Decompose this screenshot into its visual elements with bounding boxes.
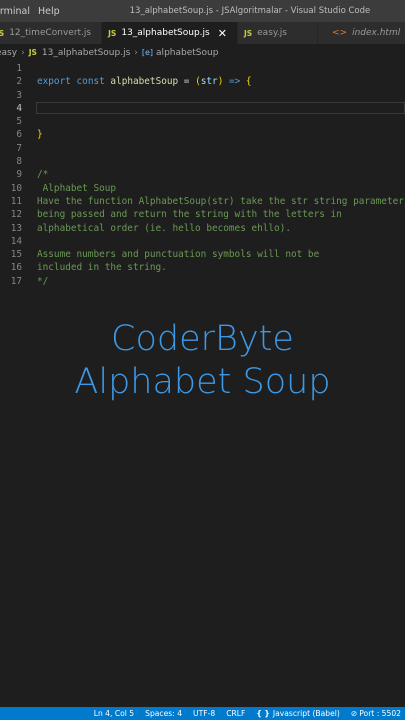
tab-label: 13_alphabetSoup.js xyxy=(121,28,210,38)
breadcrumb: easy › JS13_alphabetSoup.js › [e]alphabe… xyxy=(0,44,405,62)
breadcrumb-folder[interactable]: easy xyxy=(0,48,17,58)
code-content[interactable]: export const alphabetSoup = (str) => { }… xyxy=(37,62,405,288)
line-number: 6 xyxy=(16,129,22,141)
status-bar: Ln 4, Col 5 Spaces: 4 UTF-8 CRLF { } Java… xyxy=(0,707,405,720)
code-line-15: Assume numbers and punctuation symbols w… xyxy=(37,249,320,261)
code-line-2: export const alphabetSoup = (str) => { xyxy=(37,76,252,88)
tab-label: easy.js xyxy=(257,28,287,38)
js-file-icon: JS xyxy=(108,28,117,38)
js-file-icon: JS xyxy=(243,28,253,38)
line-number: 14 xyxy=(10,235,22,247)
line-number: 7 xyxy=(16,142,22,154)
tab-label: 12_timeConvert.js xyxy=(9,28,92,38)
menu-help[interactable]: Help xyxy=(38,6,60,17)
html-file-icon: <> xyxy=(331,28,348,38)
code-line-17: */ xyxy=(37,275,49,287)
editor-tab-bar: JS 12_timeConvert.js JS 13_alphabetSoup.… xyxy=(0,22,405,44)
status-indentation[interactable]: Spaces: 4 xyxy=(145,709,182,718)
tab-12-timeconvert[interactable]: JS 12_timeConvert.js xyxy=(0,22,103,44)
menu-terminal[interactable]: erminal xyxy=(0,6,30,17)
close-icon[interactable]: ✕ xyxy=(218,27,227,40)
line-number: 15 xyxy=(10,249,22,261)
js-file-icon: JS xyxy=(0,28,5,38)
video-caption-overlay: CoderByte Alphabet Soup xyxy=(0,318,405,404)
status-language[interactable]: { } Javascript (Babel) xyxy=(256,709,339,718)
line-number: 4 xyxy=(16,102,22,114)
window-title: 13_alphabetSoup.js - JSAlgoritmalar - Vi… xyxy=(129,6,371,16)
line-number-gutter: 1 2 3 4 5 6 7 8 9 10 11 12 13 14 15 16 1… xyxy=(0,62,22,288)
status-live-server-port[interactable]: ⊘ Port : 5502 xyxy=(351,709,401,718)
tab-index-html[interactable]: <> index.html xyxy=(317,22,405,44)
line-number: 3 xyxy=(16,89,22,101)
line-number: 9 xyxy=(16,169,22,181)
code-line-9: /* xyxy=(37,169,49,181)
tab-easy[interactable]: JS easy.js xyxy=(237,22,318,44)
line-number: 17 xyxy=(10,275,22,287)
line-number: 1 xyxy=(16,63,22,74)
chevron-right-icon: › xyxy=(134,48,138,58)
breadcrumb-symbol[interactable]: [e] alphabetSoup xyxy=(142,48,219,58)
caption-line-coderbyte: CoderByte xyxy=(111,319,294,359)
js-file-icon: JS xyxy=(28,48,37,57)
code-line-16: included in the string. xyxy=(37,262,167,274)
status-cursor-position[interactable]: Ln 4, Col 5 xyxy=(94,709,134,718)
tab-label: index.html xyxy=(352,28,401,38)
code-line-10: Alphabet Soup xyxy=(37,182,117,194)
line-number: 2 xyxy=(16,76,22,88)
status-eol[interactable]: CRLF xyxy=(226,709,245,718)
code-line-12: being passed and return the string with … xyxy=(37,209,342,221)
line-number: 11 xyxy=(10,195,22,207)
tab-13-alphabetsoup[interactable]: JS 13_alphabetSoup.js ✕ xyxy=(102,22,238,44)
line-number: 16 xyxy=(10,262,22,274)
broadcast-icon: ⊘ xyxy=(350,709,358,718)
caption-line-alphabet-soup: Alphabet Soup xyxy=(74,362,331,402)
line-number: 8 xyxy=(16,156,22,168)
braces-icon: { } xyxy=(256,709,270,718)
symbol-variable-icon: [e] xyxy=(141,48,154,57)
line-number: 5 xyxy=(16,116,22,128)
chevron-right-icon: › xyxy=(21,48,25,58)
line-number: 12 xyxy=(10,209,22,221)
title-bar: erminal Help 13_alphabetSoup.js - JSAlgo… xyxy=(0,0,405,22)
code-line-6: } xyxy=(37,129,43,141)
line-number: 13 xyxy=(10,222,22,234)
line-number: 10 xyxy=(10,182,22,194)
code-line-11: Have the function AlphabetSoup(str) take… xyxy=(37,195,404,207)
status-encoding[interactable]: UTF-8 xyxy=(193,709,215,718)
breadcrumb-file[interactable]: JS 13_alphabetSoup.js xyxy=(29,48,131,58)
code-line-13: alphabetical order (ie. hello becomes eh… xyxy=(37,222,291,234)
